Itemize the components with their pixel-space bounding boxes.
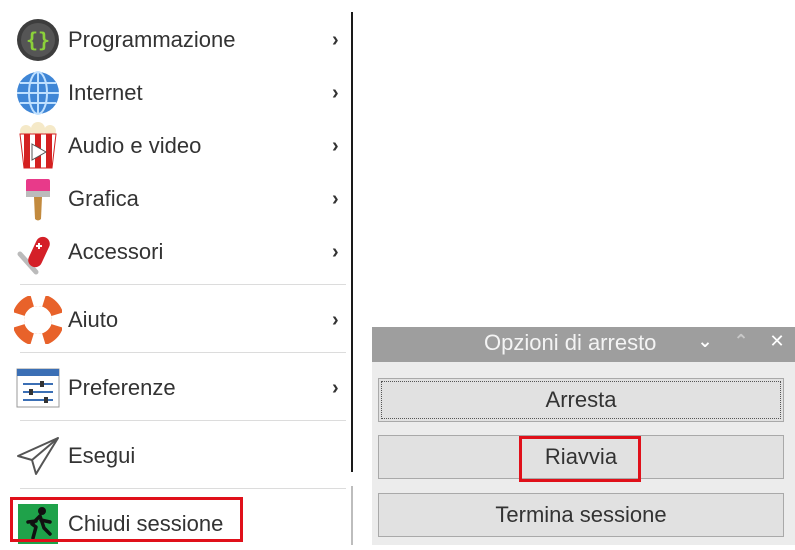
menu-item-label: Aiuto <box>68 307 119 332</box>
paintbrush-icon <box>14 175 62 223</box>
menu-item-accessori[interactable]: Accessori › <box>8 226 352 278</box>
menu-item-grafica[interactable]: Grafica › <box>8 173 352 225</box>
svg-text:{}: {} <box>26 28 50 52</box>
menu-separator <box>20 420 346 421</box>
menu-item-label: Preferenze <box>68 375 176 400</box>
menu-item-label: Grafica <box>68 186 139 211</box>
menu-item-aiuto[interactable]: Aiuto › <box>8 294 352 346</box>
swiss-knife-icon <box>14 228 62 276</box>
menu-item-preferenze[interactable]: Preferenze › <box>8 362 352 414</box>
menu-item-programmazione[interactable]: {} Programmazione › <box>8 14 352 66</box>
menu-item-audio-video[interactable]: Audio e video › <box>8 120 352 172</box>
popcorn-icon <box>14 122 62 170</box>
programming-icon: {} <box>14 16 62 64</box>
chevron-right-icon: › <box>332 81 339 104</box>
menu-item-label: Esegui <box>68 443 136 468</box>
menu-item-label: Accessori <box>68 239 164 264</box>
logout-button[interactable]: Termina sessione <box>378 493 784 537</box>
menu-edge <box>351 486 353 545</box>
highlight-box-riavvia <box>519 436 641 482</box>
menu-item-label: Internet <box>68 80 143 105</box>
chevron-right-icon: › <box>332 308 339 331</box>
menu-item-internet[interactable]: Internet › <box>8 67 352 119</box>
paper-plane-icon <box>14 432 62 480</box>
shutdown-button[interactable]: Arresta <box>378 378 784 422</box>
menu-item-label: Audio e video <box>68 133 202 158</box>
chevron-right-icon: › <box>332 187 339 210</box>
application-menu: {} Programmazione › Internet › Audio e v… <box>8 12 352 545</box>
chevron-right-icon: › <box>332 28 339 51</box>
maximize-icon[interactable]: ⌃ <box>730 331 752 352</box>
menu-separator <box>20 352 346 353</box>
sliders-icon <box>14 364 62 412</box>
dialog-title: Opzioni di arresto <box>484 330 657 355</box>
menu-item-label: Programmazione <box>68 27 236 52</box>
close-icon[interactable]: ✕ <box>766 331 788 352</box>
chevron-right-icon: › <box>332 240 339 263</box>
chevron-right-icon: › <box>332 376 339 399</box>
menu-separator <box>20 284 346 285</box>
menu-item-esegui[interactable]: Esegui <box>8 430 352 482</box>
menu-separator <box>20 488 346 489</box>
chevron-right-icon: › <box>332 134 339 157</box>
dialog-titlebar[interactable]: Opzioni di arresto ⌄ ⌃ ✕ <box>372 327 795 362</box>
globe-icon <box>14 69 62 117</box>
menu-edge <box>351 12 353 472</box>
lifebuoy-icon <box>14 296 62 344</box>
highlight-box-chiudi-sessione <box>10 497 243 542</box>
minimize-icon[interactable]: ⌄ <box>694 331 716 352</box>
